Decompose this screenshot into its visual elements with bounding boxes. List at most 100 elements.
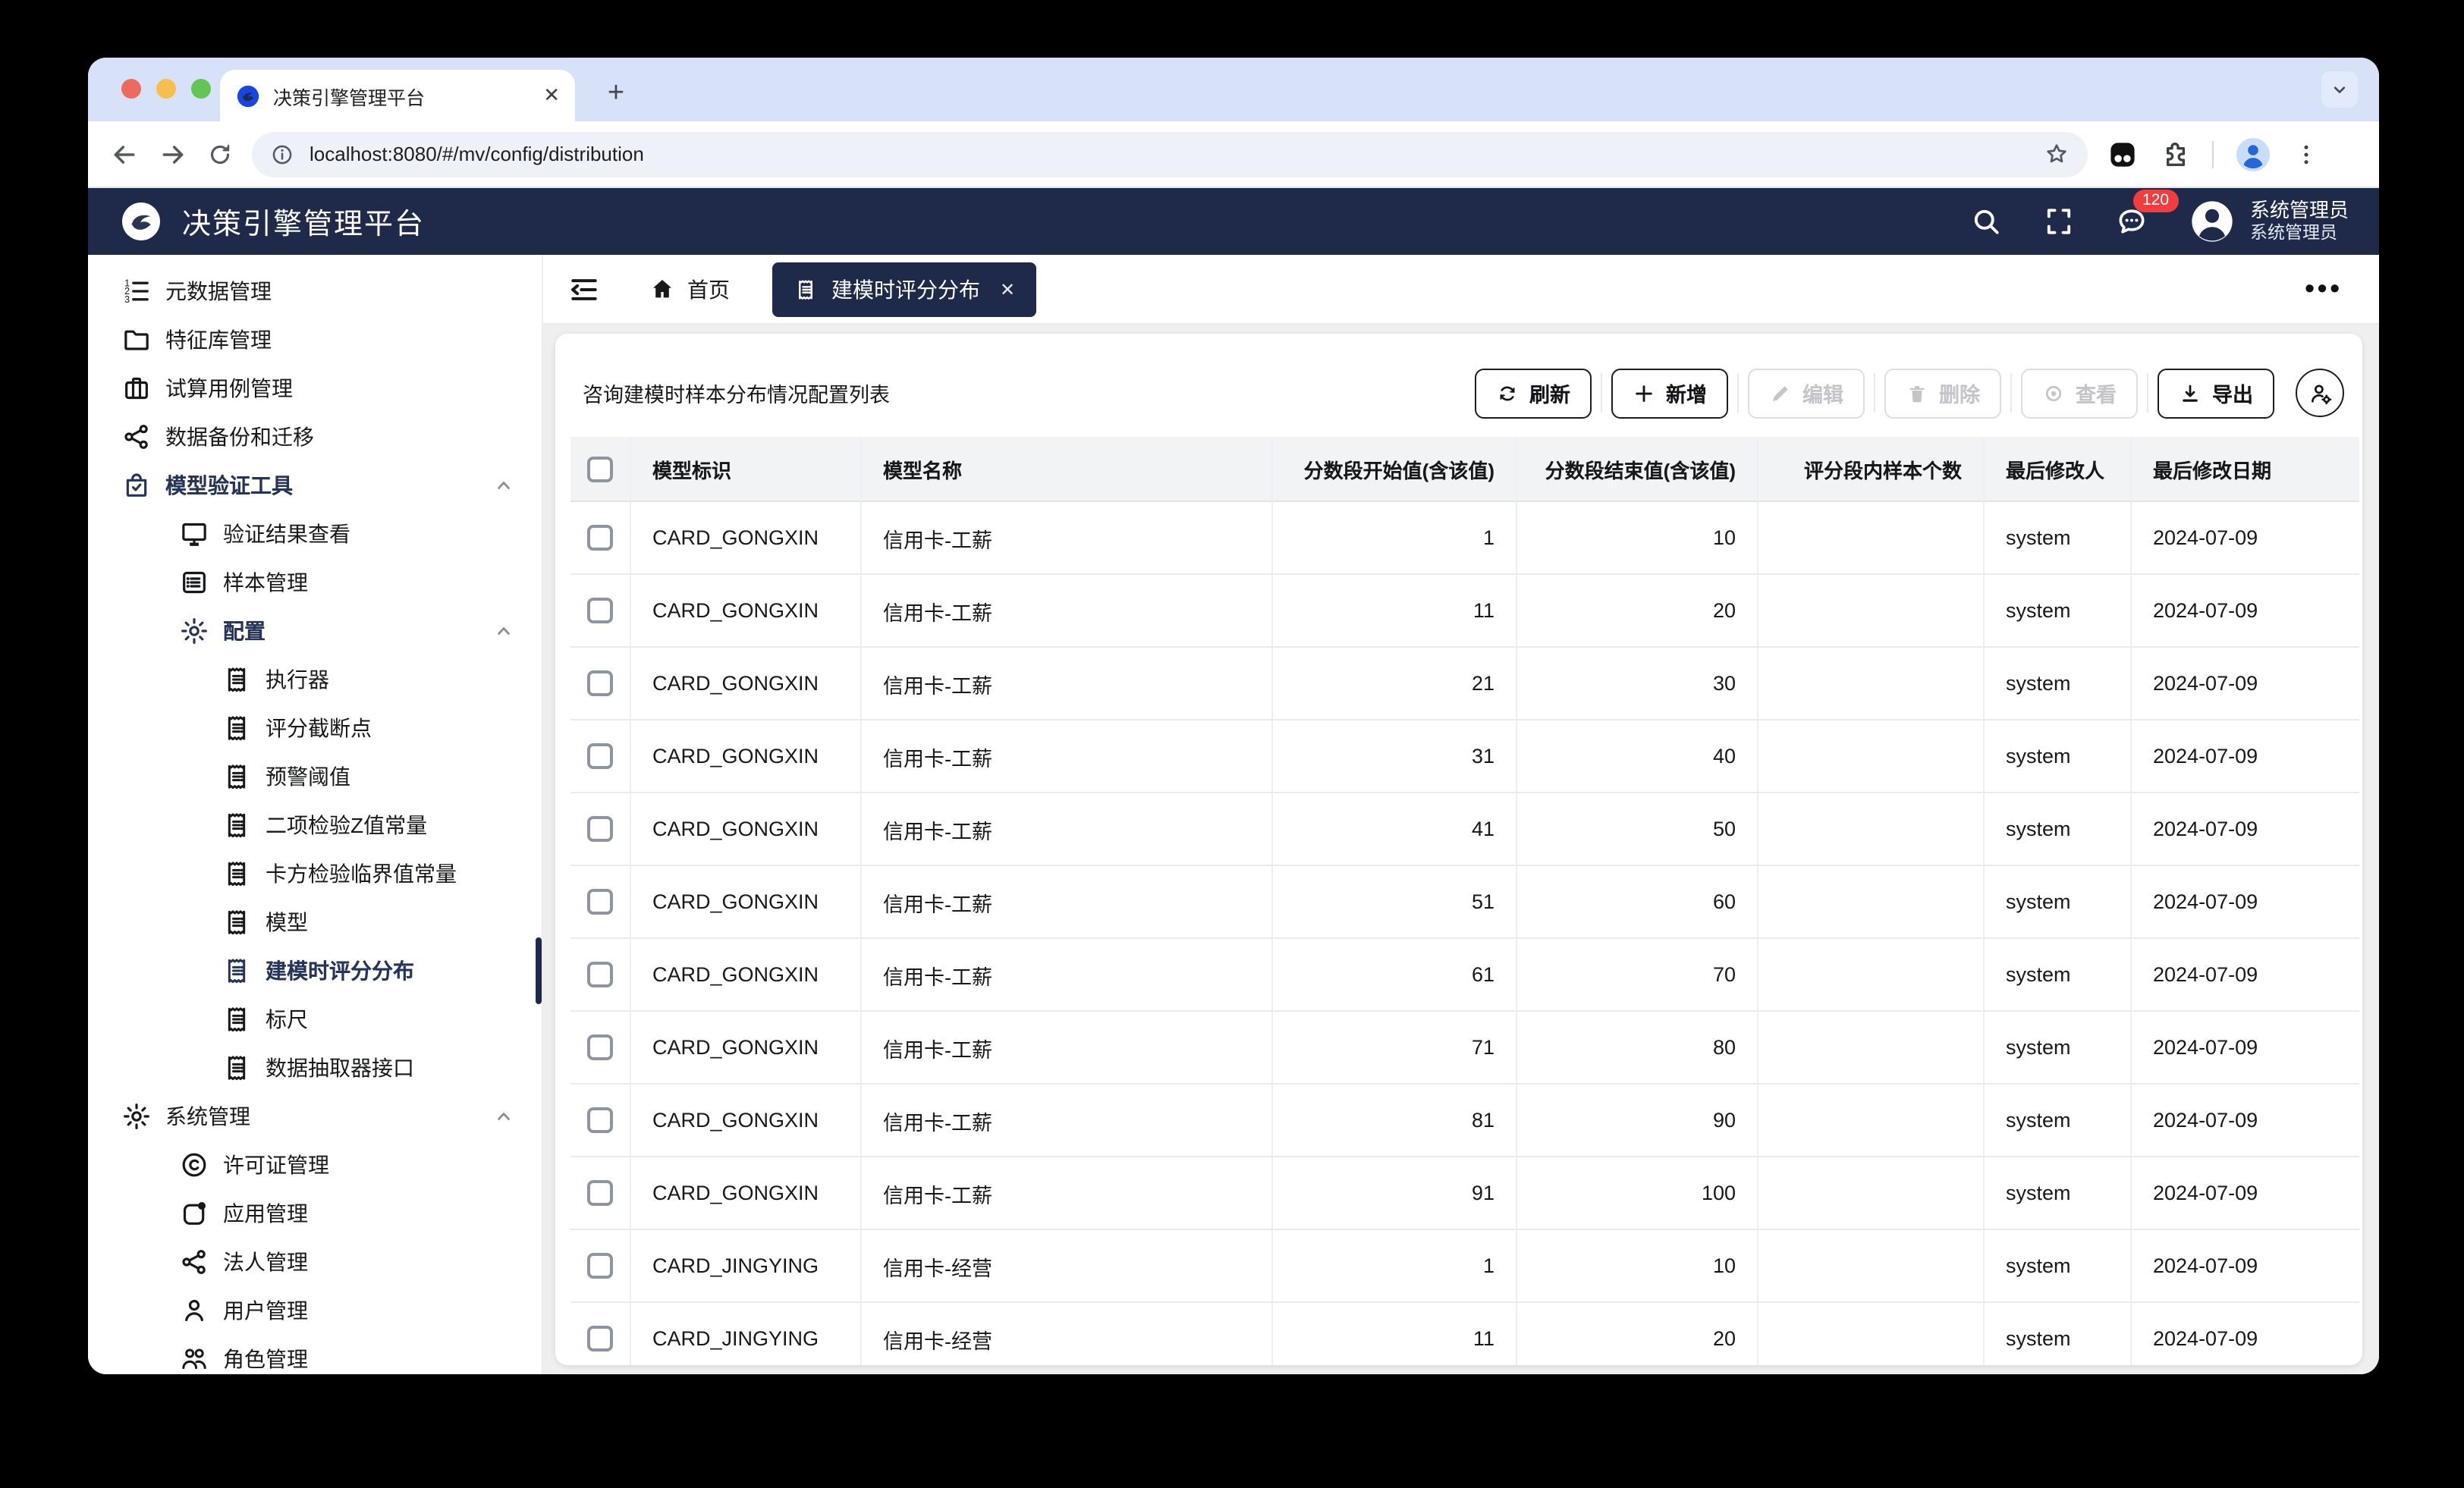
active-item-indicator: [536, 937, 542, 1004]
close-window-button[interactable]: [121, 79, 141, 99]
table-row[interactable]: CARD_JINGYING 信用卡-经营 1 10 system 2024-07…: [570, 1230, 2347, 1303]
search-icon[interactable]: [1969, 205, 2003, 238]
sidebar-item-folder[interactable]: 特征库管理: [88, 315, 542, 364]
sidebar-item-receipt[interactable]: 评分截断点: [88, 704, 542, 752]
table-row[interactable]: CARD_GONGXIN 信用卡-工薪 71 80 system 2024-07…: [570, 1012, 2347, 1085]
profile-avatar-icon[interactable]: [2235, 136, 2271, 172]
cell-score-start: 21: [1273, 648, 1517, 720]
row-checkbox[interactable]: [587, 816, 613, 842]
zoom-window-button[interactable]: [191, 79, 211, 99]
row-checkbox[interactable]: [587, 1034, 613, 1060]
address-bar[interactable]: localhost:8080/#/mv/config/distribution: [252, 131, 2088, 177]
breadcrumb-home[interactable]: 首页: [649, 274, 730, 304]
sidebar-item-receipt[interactable]: 卡方检验临界值常量: [88, 849, 542, 898]
sidebar-item-gear[interactable]: 系统管理: [88, 1092, 542, 1141]
close-page-tab-icon[interactable]: ✕: [1000, 278, 1015, 300]
sidebar-item-receipt[interactable]: 标尺: [88, 995, 542, 1044]
tab-close-icon[interactable]: ✕: [543, 83, 560, 108]
table-row[interactable]: CARD_GONGXIN 信用卡-工薪 21 30 system 2024-07…: [570, 648, 2347, 720]
row-checkbox[interactable]: [587, 598, 613, 623]
row-checkbox[interactable]: [587, 1180, 613, 1206]
sidebar-item-bag-check[interactable]: 模型验证工具: [88, 461, 542, 510]
table-row[interactable]: CARD_GONGXIN 信用卡-工薪 31 40 system 2024-07…: [570, 720, 2347, 793]
sidebar-item-receipt[interactable]: 模型: [88, 898, 542, 946]
row-checkbox[interactable]: [587, 525, 613, 551]
extension-mask-icon[interactable]: [2106, 137, 2139, 171]
row-checkbox[interactable]: [587, 889, 613, 915]
row-checkbox[interactable]: [587, 1107, 613, 1133]
table-row[interactable]: CARD_GONGXIN 信用卡-工薪 11 20 system 2024-07…: [570, 575, 2347, 648]
chevron-up-icon[interactable]: [493, 1106, 514, 1127]
export-button[interactable]: 导出: [2158, 368, 2274, 418]
cell-model-name: 信用卡-工薪: [862, 575, 1273, 648]
minimize-window-button[interactable]: [156, 79, 176, 99]
site-info-icon[interactable]: [270, 142, 294, 166]
refresh-button[interactable]: 刷新: [1475, 368, 1592, 418]
user-menu[interactable]: 系统管理员 系统管理员: [2188, 197, 2349, 246]
collapse-sidebar-icon[interactable]: [567, 272, 601, 306]
fullscreen-icon[interactable]: [2042, 205, 2076, 238]
table-row[interactable]: CARD_GONGXIN 信用卡-工薪 81 90 system 2024-07…: [570, 1085, 2347, 1157]
chevron-up-icon[interactable]: [493, 475, 514, 496]
forward-icon[interactable]: [158, 139, 188, 169]
row-checkbox[interactable]: [587, 743, 613, 769]
more-options-ellipsis-icon[interactable]: •••: [2305, 273, 2343, 305]
cell-model-id: CARD_GONGXIN: [631, 866, 862, 939]
reload-icon[interactable]: [206, 140, 234, 168]
sidebar-item-receipt[interactable]: 执行器: [88, 655, 542, 704]
browser-action-icons: [2106, 136, 2320, 172]
tab-search-caret-icon[interactable]: [2321, 71, 2358, 108]
user-gear-round-button[interactable]: [2296, 369, 2344, 417]
new-tab-button[interactable]: +: [595, 73, 637, 115]
sidebar-item-receipt[interactable]: 数据抽取器接口: [88, 1044, 542, 1092]
sidebar-item-share[interactable]: 法人管理: [88, 1238, 542, 1286]
sidebar-item-label: 验证结果查看: [223, 519, 350, 549]
sidebar-item-label: 卡方检验临界值常量: [266, 859, 457, 889]
cell-last-date: 2024-07-09: [2132, 575, 2359, 648]
row-checkbox[interactable]: [587, 1326, 613, 1351]
table-row[interactable]: CARD_JINGYING 信用卡-经营 11 20 system 2024-0…: [570, 1303, 2347, 1365]
cell-last-editor: system: [1985, 1085, 2132, 1157]
row-checkbox[interactable]: [587, 962, 613, 987]
table-row[interactable]: CARD_GONGXIN 信用卡-工薪 51 60 system 2024-07…: [570, 866, 2347, 939]
sidebar-item-user[interactable]: 用户管理: [88, 1286, 542, 1335]
sidebar-item-receipt[interactable]: 二项检验Z值常量: [88, 801, 542, 849]
back-icon[interactable]: [109, 139, 140, 169]
browser-tab[interactable]: 决策引擎管理平台 ✕: [220, 70, 575, 121]
sidebar-item-copyright[interactable]: 许可证管理: [88, 1141, 542, 1189]
sidebar-item-app[interactable]: 应用管理: [88, 1189, 542, 1238]
select-all-checkbox[interactable]: [587, 456, 613, 482]
toolbar-button-label: 刷新: [1529, 378, 1570, 408]
table-row[interactable]: CARD_GONGXIN 信用卡-工薪 41 50 system 2024-07…: [570, 793, 2347, 866]
row-checkbox[interactable]: [587, 1253, 613, 1279]
sidebar-item-users[interactable]: 角色管理: [88, 1335, 542, 1374]
active-page-tab[interactable]: 建模时评分分布 ✕: [772, 262, 1036, 316]
extensions-puzzle-icon[interactable]: [2161, 139, 2191, 169]
sidebar-item-briefcase[interactable]: 试算用例管理: [88, 364, 542, 413]
sidebar-item-label: 二项检验Z值常量: [266, 810, 427, 840]
sidebar-item-receipt[interactable]: 建模时评分分布: [88, 946, 542, 995]
table-row[interactable]: CARD_GONGXIN 信用卡-工薪 91 100 system 2024-0…: [570, 1157, 2347, 1230]
browser-menu-kebab-icon[interactable]: [2293, 140, 2320, 168]
chevron-up-icon[interactable]: [493, 620, 514, 642]
row-checkbox[interactable]: [587, 670, 613, 696]
messages-icon[interactable]: 120: [2115, 205, 2148, 238]
cell-score-end: 10: [1517, 502, 1758, 575]
toolbar-button-icon: [2179, 381, 2202, 404]
sidebar-item-list-ordered[interactable]: 元数据管理: [88, 267, 542, 315]
app-title: 决策引擎管理平台: [182, 201, 425, 242]
sidebar-item-icon: [121, 422, 152, 452]
bookmark-star-icon[interactable]: [2044, 141, 2070, 167]
sidebar-item-list-box[interactable]: 样本管理: [88, 558, 542, 607]
plus-button[interactable]: 新增: [1611, 368, 1728, 418]
table-row[interactable]: CARD_GONGXIN 信用卡-工薪 61 70 system 2024-07…: [570, 939, 2347, 1012]
sidebar-item-share[interactable]: 数据备份和迁移: [88, 413, 542, 461]
sidebar-item-icon: [222, 859, 252, 889]
sidebar-item-gear[interactable]: 配置: [88, 607, 542, 655]
sidebar-item-receipt[interactable]: 预警阈值: [88, 752, 542, 801]
column-header: 分数段结束值(含该值): [1517, 437, 1758, 502]
sidebar-item-label: 特征库管理: [165, 325, 272, 355]
sidebar-item-monitor[interactable]: 验证结果查看: [88, 510, 542, 558]
table-row[interactable]: CARD_GONGXIN 信用卡-工薪 1 10 system 2024-07-…: [570, 502, 2347, 575]
window-controls[interactable]: [121, 79, 211, 99]
